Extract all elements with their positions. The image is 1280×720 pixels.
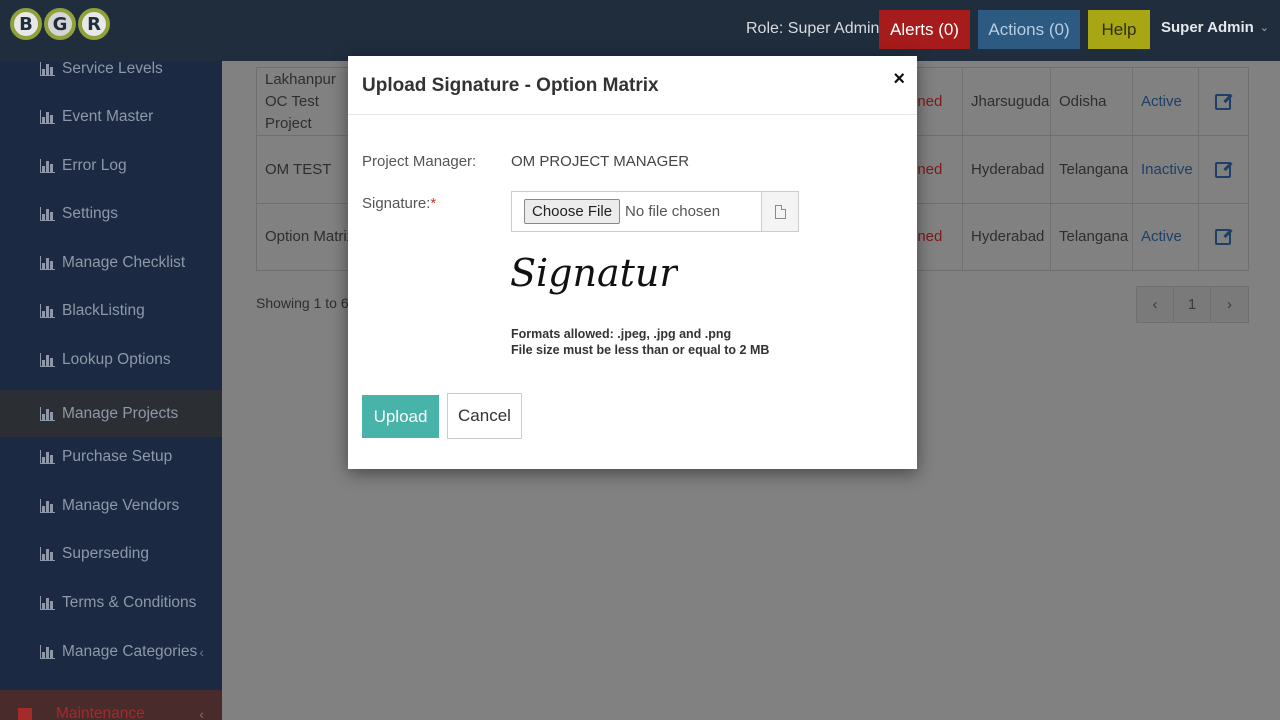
- sidebar-item-event-master[interactable]: Event Master: [0, 93, 222, 140]
- sidebar-item-manage-checklist[interactable]: Manage Checklist: [0, 239, 222, 286]
- state-cell: Telangana: [1051, 136, 1133, 203]
- bar-chart-icon: [40, 255, 55, 270]
- bar-chart-icon: [40, 644, 55, 659]
- formats-hint: Formats allowed: .jpeg, .jpg and .png: [511, 327, 732, 341]
- sidebar-item-label: Manage Projects: [62, 404, 179, 422]
- sidebar-item-maintenance[interactable]: Maintenance ‹: [0, 690, 222, 720]
- sidebar-item-label: Manage Categories: [62, 642, 198, 660]
- sidebar-item-label: Service Levels: [62, 59, 163, 77]
- showing-entries-text: Showing 1 to 6 o: [256, 295, 361, 311]
- project-manager-label: Project Manager:: [362, 153, 477, 170]
- sidebar-item-label: Maintenance: [56, 704, 145, 720]
- chevron-down-icon: ⌄: [1259, 22, 1270, 34]
- sidebar-item-manage-categories[interactable]: Manage Categories ‹: [0, 628, 222, 675]
- alerts-button[interactable]: Alerts (0): [879, 10, 970, 49]
- pagination-page-1[interactable]: 1: [1174, 287, 1211, 322]
- pagination: ‹ 1 ›: [1136, 286, 1249, 323]
- close-icon[interactable]: ×: [893, 68, 905, 91]
- sidebar-item-label: Manage Vendors: [62, 496, 180, 514]
- sidebar-item-label: Purchase Setup: [62, 447, 173, 465]
- bar-chart-icon: [40, 406, 55, 421]
- chevron-left-icon: ‹: [199, 705, 204, 720]
- sidebar-item-label: Superseding: [62, 544, 150, 562]
- status-link[interactable]: Active: [1133, 204, 1199, 270]
- sidebar-item-purchase-setup[interactable]: Purchase Setup: [0, 433, 222, 480]
- size-hint: File size must be less than or equal to …: [511, 343, 770, 357]
- cancel-button[interactable]: Cancel: [447, 393, 522, 439]
- choose-file-button[interactable]: Choose File: [524, 199, 621, 224]
- sidebar-item-label: Manage Checklist: [62, 253, 186, 271]
- edit-icon[interactable]: [1215, 161, 1231, 178]
- chevron-left-icon: ‹: [199, 643, 204, 660]
- signature-preview-image: Signature: [510, 251, 678, 295]
- sidebar-item-superseding[interactable]: Superseding: [0, 530, 222, 577]
- edit-cell: [1199, 136, 1249, 203]
- bar-chart-icon: [40, 206, 55, 221]
- edit-cell: [1199, 204, 1249, 270]
- actions-button[interactable]: Actions (0): [978, 10, 1080, 49]
- help-button[interactable]: Help: [1088, 10, 1150, 49]
- city-cell: Hyderabad: [963, 204, 1051, 270]
- state-cell: Odisha: [1051, 68, 1133, 135]
- sidebar-item-service-levels[interactable]: Service Levels: [0, 45, 222, 92]
- project-manager-value: OM PROJECT MANAGER: [511, 153, 690, 170]
- file-icon: [774, 204, 786, 219]
- project-name-cell: Lakhanpur OC Test Project: [257, 68, 359, 135]
- signature-file-input[interactable]: Choose File No file chosen: [511, 191, 799, 232]
- edit-icon[interactable]: [1215, 93, 1231, 110]
- sidebar-item-blacklisting[interactable]: BlackListing: [0, 287, 222, 334]
- bar-chart-icon: [40, 61, 55, 76]
- sidebar-item-label: Lookup Options: [62, 350, 171, 368]
- bar-chart-icon: [40, 595, 55, 610]
- sidebar: Service Levels Event Master Error Log Se…: [0, 60, 222, 720]
- sidebar-item-manage-projects[interactable]: Manage Projects: [0, 390, 222, 437]
- user-menu[interactable]: Super Admin ⌄: [1161, 19, 1269, 36]
- sidebar-item-label: BlackListing: [62, 301, 145, 319]
- edit-icon[interactable]: [1215, 229, 1231, 245]
- sidebar-item-terms-conditions[interactable]: Terms & Conditions: [0, 579, 222, 626]
- bgr-logo[interactable]: B G R: [10, 4, 110, 44]
- signature-preview-text: Signature: [510, 251, 678, 295]
- bar-chart-icon: [40, 498, 55, 513]
- sidebar-item-label: Event Master: [62, 107, 154, 125]
- status-link[interactable]: Active: [1133, 68, 1199, 135]
- sidebar-item-lookup-options[interactable]: Lookup Options: [0, 336, 222, 383]
- signature-label-text: Signature:: [362, 195, 431, 212]
- sidebar-item-label: Settings: [62, 204, 119, 222]
- bar-chart-icon: [40, 303, 55, 318]
- status-link[interactable]: Inactive: [1133, 136, 1199, 203]
- signature-label: Signature:*: [362, 195, 436, 212]
- required-marker: *: [430, 195, 437, 212]
- bar-chart-icon: [40, 109, 55, 124]
- bar-chart-icon: [40, 546, 55, 561]
- modal-title: Upload Signature - Option Matrix: [362, 75, 659, 96]
- sidebar-item-label: Error Log: [62, 156, 127, 174]
- sidebar-item-settings[interactable]: Settings: [0, 190, 222, 237]
- project-name-cell: Option Matrix: [257, 204, 359, 270]
- user-name: Super Admin: [1161, 19, 1254, 36]
- role-label: Role: Super Admin: [746, 20, 880, 37]
- project-name-cell: OM TEST: [257, 136, 359, 203]
- logo-letter-b: B: [10, 8, 42, 40]
- logo-letter-g: G: [44, 8, 76, 40]
- sidebar-item-label: Terms & Conditions: [62, 593, 197, 611]
- upload-signature-modal: Upload Signature - Option Matrix × Proje…: [348, 56, 917, 469]
- edit-cell: [1199, 68, 1249, 135]
- file-addon[interactable]: [761, 192, 798, 231]
- upload-button[interactable]: Upload: [362, 395, 439, 438]
- file-status-text: No file chosen: [625, 203, 721, 220]
- city-cell: Hyderabad: [963, 136, 1051, 203]
- pagination-next[interactable]: ›: [1211, 287, 1248, 322]
- city-cell: Jharsuguda: [963, 68, 1051, 135]
- modal-header: Upload Signature - Option Matrix ×: [348, 56, 917, 115]
- bar-chart-icon: [40, 158, 55, 173]
- logo-letter-r: R: [78, 8, 110, 40]
- bar-chart-icon: [40, 352, 55, 367]
- sidebar-item-manage-vendors[interactable]: Manage Vendors: [0, 482, 222, 529]
- sidebar-item-error-log[interactable]: Error Log: [0, 142, 222, 189]
- pagination-prev[interactable]: ‹: [1137, 287, 1174, 322]
- bar-chart-icon: [40, 449, 55, 464]
- state-cell: Telangana: [1051, 204, 1133, 270]
- factory-icon: [18, 707, 32, 720]
